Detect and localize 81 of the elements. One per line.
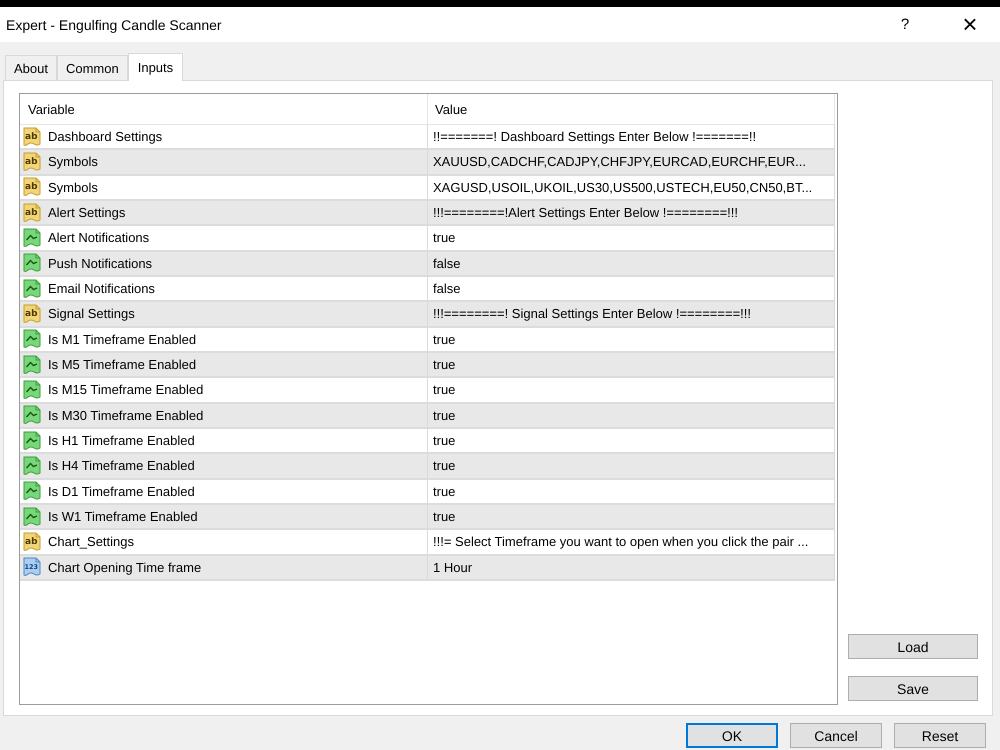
value-cell[interactable]: true — [428, 404, 835, 427]
table-row[interactable]: Is H4 Timeframe Enabled true — [20, 454, 835, 480]
help-button[interactable]: ? — [890, 7, 920, 42]
table-row[interactable]: ab Dashboard Settings !!=======! Dashboard Settings Enter Below !=======!! — [20, 125, 835, 150]
text-type-icon: ab — [23, 304, 41, 324]
line-chart-icon — [23, 278, 41, 299]
value-cell[interactable]: true — [428, 480, 835, 503]
value-cell[interactable]: !!!========!Alert Settings Enter Below !========!!! — [428, 200, 835, 224]
table-row[interactable]: Is M5 Timeframe Enabled true — [20, 352, 835, 378]
line-chart-icon — [23, 253, 41, 274]
value-cell[interactable]: true — [428, 378, 835, 402]
dialog-button[interactable]: Cancel — [790, 723, 882, 748]
table-row[interactable]: Is D1 Timeframe Enabled true — [20, 480, 835, 505]
table-row[interactable]: ab Symbols XAGUSD,USOIL,UKOIL,US30,US500,USTECH,EU50,CN50,BT... — [20, 176, 835, 201]
value-cell[interactable]: true — [428, 428, 835, 452]
tab[interactable]: Inputs — [128, 53, 184, 81]
table-row[interactable]: ab Signal Settings !!!========! Signal Settings Enter Below !========!!! — [20, 302, 835, 328]
text-type-icon: ab — [23, 126, 41, 147]
value-cell[interactable]: false — [428, 276, 835, 300]
text-type-icon: ab — [23, 152, 41, 172]
variable-name: Push Notifications — [48, 256, 152, 271]
text-type-icon: ab — [23, 202, 41, 223]
table-row[interactable]: ab Symbols XAUUSD,CADCHF,CADJPY,CHFJPY,EURCAD,EURCHF,EUR... — [20, 150, 835, 176]
variable-name: Symbols — [48, 180, 98, 195]
tab[interactable]: About — [5, 55, 57, 80]
line-chart-icon — [23, 430, 41, 451]
table-row[interactable]: ab Alert Settings !!!========!Alert Settings Enter Below !========!!! — [20, 200, 835, 226]
line-chart-icon — [23, 506, 41, 527]
variable-name: Email Notifications — [48, 281, 155, 296]
variable-name: Is D1 Timeframe Enabled — [48, 484, 195, 499]
line-chart-icon — [23, 228, 41, 248]
value-cell[interactable]: !!!= Select Timeframe you want to open when you click the pair ... — [428, 530, 835, 554]
value-cell[interactable]: true — [428, 504, 835, 528]
variable-name: Is M1 Timeframe Enabled — [48, 332, 196, 347]
value-cell[interactable]: true — [428, 454, 835, 478]
value-cell[interactable]: true — [428, 352, 835, 376]
line-chart-icon — [23, 456, 41, 476]
variable-name: Dashboard Settings — [48, 129, 162, 144]
table-row[interactable]: Is M30 Timeframe Enabled true — [20, 404, 835, 429]
dialog-button[interactable]: Reset — [894, 723, 986, 748]
text-type-icon: ab — [23, 532, 41, 552]
table-row[interactable]: Alert Notifications true — [20, 226, 835, 252]
table-row[interactable]: Is W1 Timeframe Enabled true — [20, 504, 835, 530]
variable-name: Alert Settings — [48, 205, 126, 220]
line-chart-icon — [23, 481, 41, 502]
table-row[interactable]: Push Notifications false — [20, 252, 835, 277]
side-button[interactable]: Save — [848, 676, 978, 701]
variable-name: Is H4 Timeframe Enabled — [48, 458, 195, 474]
variable-name: Is M5 Timeframe Enabled — [48, 357, 196, 372]
side-button[interactable]: Load — [848, 634, 978, 659]
variable-name: Is H1 Timeframe Enabled — [48, 433, 195, 448]
tab[interactable]: Common — [56, 55, 128, 80]
variable-name: Symbols — [48, 154, 98, 170]
table-row[interactable]: Is H1 Timeframe Enabled true — [20, 428, 835, 454]
variable-name: Chart Opening Time frame — [48, 560, 202, 575]
line-chart-icon — [23, 405, 41, 426]
table-row[interactable]: Is M15 Timeframe Enabled true — [20, 378, 835, 404]
line-chart-icon — [23, 380, 41, 400]
value-cell[interactable]: true — [428, 328, 835, 351]
variable-name: Is M15 Timeframe Enabled — [48, 382, 204, 398]
variable-name: Chart_Settings — [48, 534, 134, 550]
line-chart-icon — [23, 329, 41, 350]
variable-name: Is M30 Timeframe Enabled — [48, 408, 204, 423]
window-title: Expert - Engulfing Candle Scanner — [6, 16, 223, 32]
variable-name: Signal Settings — [48, 306, 135, 322]
value-cell[interactable]: true — [428, 226, 835, 250]
close-button[interactable]: × — [947, 7, 993, 42]
table-row[interactable]: ab Chart_Settings !!!= Select Timeframe you want to open when you click the pair ... — [20, 530, 835, 556]
table-row[interactable]: Email Notifications false — [20, 276, 835, 302]
value-cell[interactable]: XAGUSD,USOIL,UKOIL,US30,US500,USTECH,EU50,CN50,BT... — [428, 176, 835, 199]
line-chart-icon — [23, 354, 41, 375]
value-cell[interactable]: !!!========! Signal Settings Enter Below !========!!! — [428, 302, 835, 326]
variable-name: Is W1 Timeframe Enabled — [48, 509, 198, 524]
value-cell[interactable]: XAUUSD,CADCHF,CADJPY,CHFJPY,EURCAD,EURCHF,EUR... — [428, 150, 835, 174]
value-cell[interactable]: 1 Hour — [428, 556, 835, 579]
variable-name: Alert Notifications — [48, 230, 150, 246]
text-type-icon: ab — [23, 177, 41, 198]
dialog-button[interactable]: OK — [686, 723, 778, 748]
value-cell[interactable]: false — [428, 252, 835, 275]
table-row[interactable]: Is M1 Timeframe Enabled true — [20, 328, 835, 353]
value-cell[interactable]: !!=======! Dashboard Settings Enter Below !=======!! — [428, 125, 835, 148]
